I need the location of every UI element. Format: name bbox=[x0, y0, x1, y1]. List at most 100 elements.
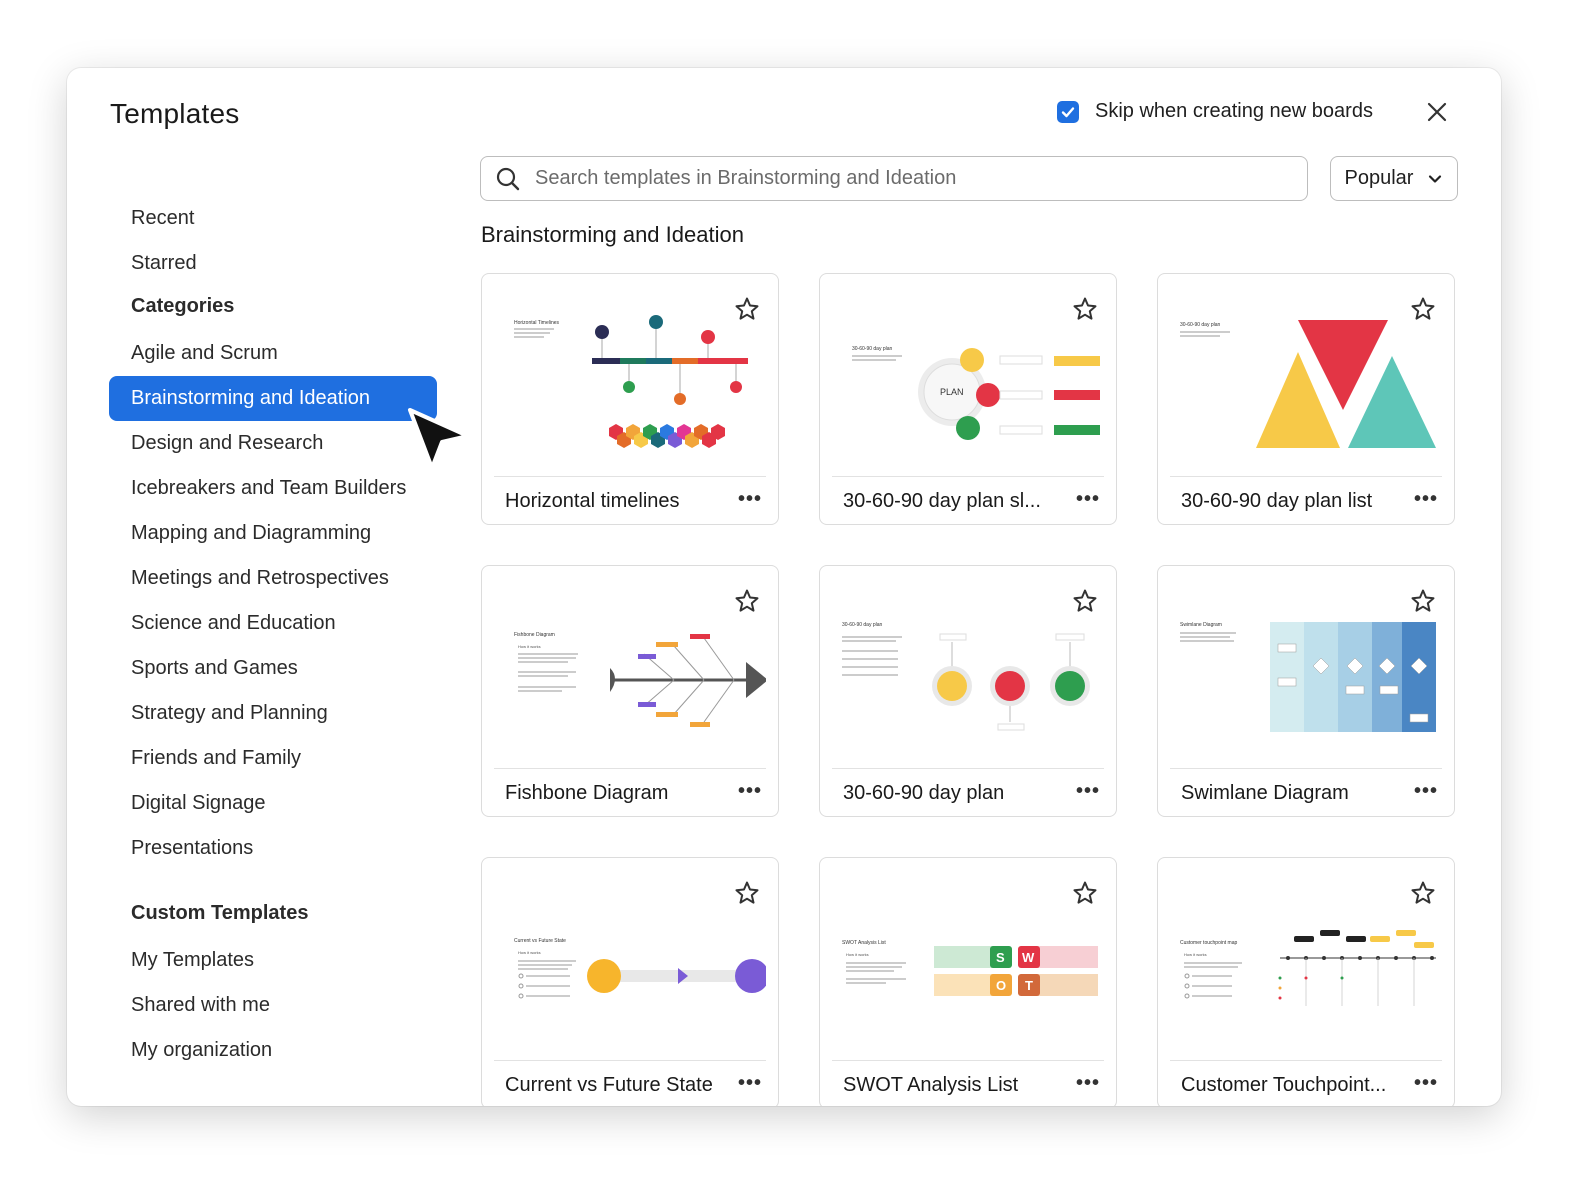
thumb-title: Swimlane Diagram bbox=[1180, 622, 1222, 628]
thumbnail-current-vs-future: Current vs Future State How it works bbox=[514, 938, 766, 999]
card-divider bbox=[832, 768, 1104, 769]
thumbnail-swimlane: Swimlane Diagram bbox=[1180, 622, 1436, 732]
template-name: 30-60-90 day plan bbox=[843, 782, 1005, 804]
template-card-30-60-90-slides[interactable]: 30-60-90 day plan PLAN 30-60-90 day plan… bbox=[819, 273, 1117, 525]
swot-w-label: W bbox=[1022, 950, 1035, 965]
star-icon[interactable] bbox=[1410, 296, 1436, 322]
thumb-how: How it works bbox=[1184, 952, 1207, 957]
template-name: Fishbone Diagram bbox=[505, 782, 669, 804]
more-options-button[interactable]: ••• bbox=[1076, 780, 1100, 803]
dialog-title: Templates bbox=[110, 98, 240, 129]
star-icon[interactable] bbox=[1072, 588, 1098, 614]
templates-dialog: Templates Skip when creating new boards … bbox=[67, 68, 1501, 1106]
thumb-plan-label: PLAN bbox=[940, 387, 964, 397]
swot-s-label: S bbox=[996, 950, 1005, 965]
mouse-cursor-icon bbox=[408, 408, 470, 470]
swot-t-label: T bbox=[1025, 978, 1033, 993]
more-options-button[interactable]: ••• bbox=[1076, 1072, 1100, 1095]
sidebar-item-mapping[interactable]: Mapping and Diagramming bbox=[109, 511, 437, 556]
template-name: Horizontal timelines bbox=[505, 490, 680, 512]
thumb-how: How it works bbox=[518, 950, 541, 955]
card-divider bbox=[494, 1060, 766, 1061]
sidebar-item-friends[interactable]: Friends and Family bbox=[109, 736, 437, 781]
template-name: Customer Touchpoint... bbox=[1181, 1074, 1387, 1096]
thumbnail-30-60-90-plan: 30-60-90 day plan bbox=[842, 622, 1090, 731]
star-icon[interactable] bbox=[1072, 880, 1098, 906]
thumbnail-30-60-90-list: 30-60-90 day plan bbox=[1180, 320, 1436, 448]
star-icon[interactable] bbox=[734, 880, 760, 906]
star-icon[interactable] bbox=[1410, 880, 1436, 906]
template-name: Swimlane Diagram bbox=[1181, 782, 1349, 804]
skip-option[interactable]: Skip when creating new boards bbox=[1057, 100, 1373, 123]
thumbnail-horizontal-timelines: Horizontal Timelines bbox=[514, 315, 748, 448]
template-card-swot[interactable]: SWOT Analysis List How it works S W O T … bbox=[819, 857, 1117, 1106]
close-icon bbox=[1427, 102, 1447, 122]
skip-checkbox[interactable] bbox=[1057, 100, 1079, 123]
sidebar-item-organization[interactable]: My organization bbox=[109, 1028, 437, 1073]
more-options-button[interactable]: ••• bbox=[1414, 780, 1438, 803]
chevron-down-icon bbox=[1429, 174, 1442, 183]
sidebar-item-agile[interactable]: Agile and Scrum bbox=[109, 331, 437, 376]
thumb-title: SWOT Analysis List bbox=[842, 940, 886, 946]
template-card-fishbone[interactable]: Fishbone Diagram How it works Fishbone D… bbox=[481, 565, 779, 817]
template-card-current-vs-future[interactable]: Current vs Future State How it works Cur… bbox=[481, 857, 779, 1106]
card-divider bbox=[832, 1060, 1104, 1061]
sidebar-item-all[interactable]: All bbox=[109, 173, 437, 179]
more-options-button[interactable]: ••• bbox=[738, 488, 762, 511]
check-icon bbox=[1061, 106, 1075, 117]
sidebar-item-strategy[interactable]: Strategy and Planning bbox=[109, 691, 437, 736]
card-divider bbox=[832, 476, 1104, 477]
thumb-title: Fishbone Diagram bbox=[514, 632, 555, 638]
sidebar-item-starred[interactable]: Starred bbox=[109, 241, 437, 286]
thumb-title: Current vs Future State bbox=[514, 938, 566, 944]
categories-heading: Categories bbox=[131, 295, 235, 317]
search-icon bbox=[496, 167, 520, 190]
sort-dropdown[interactable]: Popular bbox=[1330, 156, 1458, 201]
hexagon-row bbox=[609, 424, 725, 448]
sidebar-item-signage[interactable]: Digital Signage bbox=[109, 781, 437, 826]
sidebar-item-science[interactable]: Science and Education bbox=[109, 601, 437, 646]
thumbnail-swot: SWOT Analysis List How it works S W O T bbox=[842, 940, 1098, 996]
thumb-how: How it works bbox=[518, 644, 541, 649]
sidebar-item-meetings[interactable]: Meetings and Retrospectives bbox=[109, 556, 437, 601]
star-icon[interactable] bbox=[1072, 296, 1098, 322]
thumb-title: Customer touchpoint map bbox=[1180, 940, 1237, 946]
thumb-title: 30-60-90 day plan bbox=[842, 622, 883, 628]
more-options-button[interactable]: ••• bbox=[738, 780, 762, 803]
template-name: SWOT Analysis List bbox=[843, 1074, 1019, 1096]
template-card-customer-touchpoint[interactable]: Customer touchpoint map How it works Cus… bbox=[1157, 857, 1455, 1106]
custom-templates-heading: Custom Templates bbox=[131, 902, 309, 924]
card-divider bbox=[494, 476, 766, 477]
more-options-button[interactable]: ••• bbox=[1076, 488, 1100, 511]
search-box[interactable] bbox=[480, 156, 1308, 201]
search-input[interactable] bbox=[535, 167, 1295, 190]
thumb-title: 30-60-90 day plan bbox=[852, 346, 893, 352]
template-card-horizontal-timelines[interactable]: Horizontal Timelines Horizontal timeline… bbox=[481, 273, 779, 525]
template-name: Current vs Future State bbox=[505, 1074, 713, 1096]
sidebar-item-presentations[interactable]: Presentations bbox=[109, 826, 437, 871]
star-icon[interactable] bbox=[1410, 588, 1436, 614]
sidebar-item-sports[interactable]: Sports and Games bbox=[109, 646, 437, 691]
template-card-30-60-90-plan[interactable]: 30-60-90 day plan 30-60-90 day plan ••• bbox=[819, 565, 1117, 817]
more-options-button[interactable]: ••• bbox=[738, 1072, 762, 1095]
star-icon[interactable] bbox=[734, 296, 760, 322]
sidebar-item-shared[interactable]: Shared with me bbox=[109, 983, 437, 1028]
skip-label: Skip when creating new boards bbox=[1095, 100, 1373, 122]
sidebar-item-design[interactable]: Design and Research bbox=[109, 421, 437, 466]
star-icon[interactable] bbox=[734, 588, 760, 614]
section-title: Brainstorming and Ideation bbox=[481, 222, 744, 247]
sidebar-item-brainstorming[interactable]: Brainstorming and Ideation bbox=[109, 376, 437, 421]
sidebar: Recent Starred All Categories Agile and … bbox=[109, 138, 439, 1106]
thumbnail-fishbone: Fishbone Diagram How it works bbox=[514, 632, 766, 727]
more-options-button[interactable]: ••• bbox=[1414, 1072, 1438, 1095]
thumbnail-30-60-90-slides: 30-60-90 day plan PLAN bbox=[852, 346, 1100, 440]
sidebar-item-icebreakers[interactable]: Icebreakers and Team Builders bbox=[109, 466, 437, 511]
close-button[interactable] bbox=[1423, 98, 1451, 126]
sidebar-item-my-templates[interactable]: My Templates bbox=[109, 938, 437, 983]
thumb-how: How it works bbox=[846, 952, 869, 957]
sidebar-item-recent[interactable]: Recent bbox=[109, 196, 437, 241]
template-card-30-60-90-list[interactable]: 30-60-90 day plan 30-60-90 day plan list… bbox=[1157, 273, 1455, 525]
card-divider bbox=[1170, 768, 1442, 769]
more-options-button[interactable]: ••• bbox=[1414, 488, 1438, 511]
template-card-swimlane[interactable]: Swimlane Diagram Swimlane Diagram ••• bbox=[1157, 565, 1455, 817]
